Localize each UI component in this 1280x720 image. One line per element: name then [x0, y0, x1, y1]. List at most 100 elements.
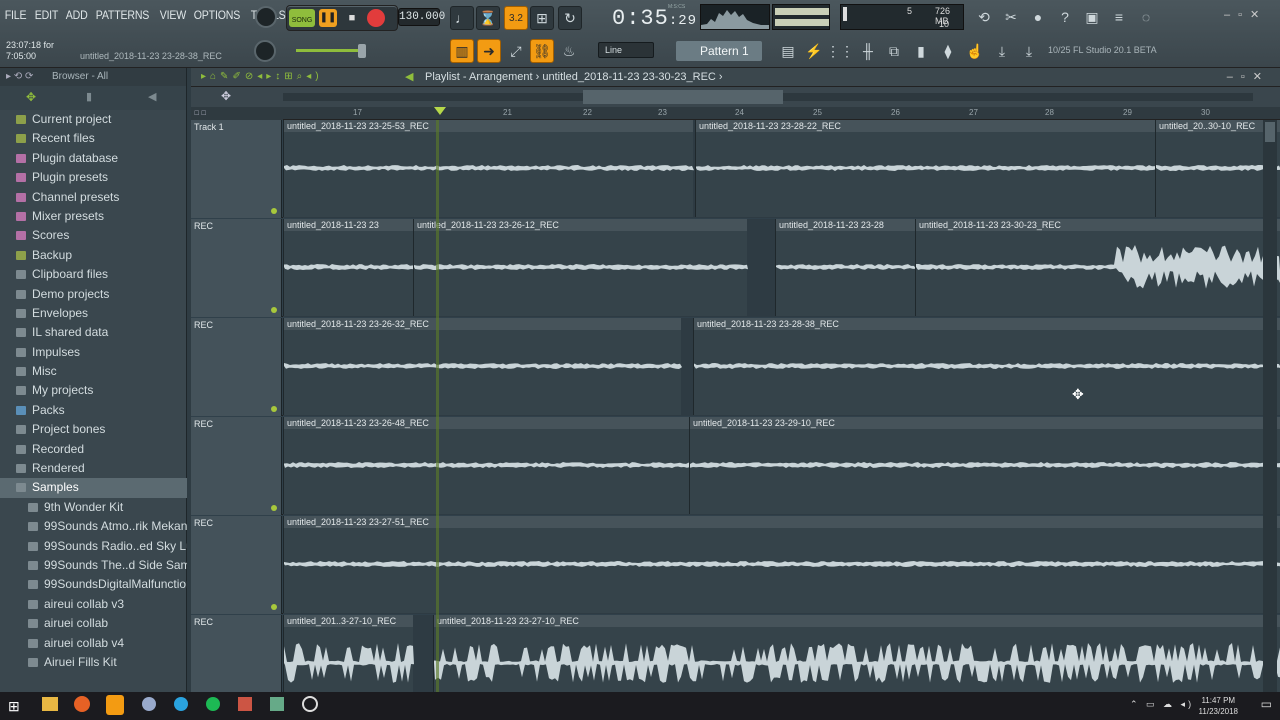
- menu-view[interactable]: VIEW: [157, 7, 189, 25]
- undo-icon[interactable]: ⟲: [972, 5, 996, 29]
- browser-item[interactable]: Packs: [0, 401, 187, 420]
- track-enable-icon[interactable]: [271, 208, 277, 214]
- browser-item[interactable]: Rendered: [0, 459, 187, 478]
- move-icon[interactable]: ✥: [221, 89, 231, 103]
- snap-select[interactable]: Line: [598, 42, 654, 58]
- playlist-view-icon[interactable]: ▥: [450, 39, 474, 63]
- browser-toggle-icon[interactable]: ▮: [909, 39, 933, 63]
- news-ticker[interactable]: 10/25 FL Studio 20.1 BETA: [1048, 45, 1157, 55]
- song-mode-button[interactable]: SONG: [289, 9, 315, 27]
- menu-file[interactable]: FILE: [2, 7, 29, 25]
- record-icon[interactable]: [367, 9, 385, 27]
- track-lane[interactable]: untitled_2018-11-23 23 untitled_2018-11-2…: [283, 219, 1280, 317]
- mic-icon[interactable]: ●: [1026, 5, 1050, 29]
- obs-icon[interactable]: [302, 696, 318, 712]
- audio-clip[interactable]: untitled_2018-11-23 23-26-12_REC: [413, 219, 748, 316]
- browser-item[interactable]: airuei collab: [0, 614, 187, 633]
- pattern-song-knob[interactable]: [255, 6, 277, 28]
- browser-item[interactable]: Impulses: [0, 343, 187, 362]
- track-lane[interactable]: untitled_2018-11-23 23-27-51_REC: [283, 516, 1280, 614]
- stamp-icon[interactable]: ♨: [557, 39, 581, 63]
- cut-icon[interactable]: ✂: [999, 5, 1023, 29]
- vertical-scrollbar[interactable]: [1263, 120, 1277, 692]
- track-header[interactable]: REC: [191, 318, 282, 416]
- browser-item[interactable]: aireui collab v3: [0, 595, 187, 614]
- playhead-marker-icon[interactable]: [434, 107, 446, 115]
- pause-icon[interactable]: ❚❚: [319, 9, 337, 27]
- playlist-window-controls[interactable]: ‒▫✕: [1227, 70, 1270, 83]
- browser-item[interactable]: Backup: [0, 246, 187, 265]
- spotify-icon[interactable]: [206, 697, 220, 711]
- start-icon[interactable]: ⊞: [8, 698, 20, 715]
- system-clock[interactable]: 11:47 PM 11/23/2018: [1199, 695, 1238, 717]
- chat-icon[interactable]: ◌: [1134, 5, 1158, 29]
- plugin-icon[interactable]: ⧫: [936, 39, 960, 63]
- blend-notes-icon[interactable]: ⊞: [530, 6, 554, 30]
- stop-icon[interactable]: ■: [343, 9, 361, 27]
- master-volume-slider[interactable]: [296, 49, 366, 52]
- timeline-ruler[interactable]: 17 21 22 23 24 25 26 27 28 29 30: [283, 107, 1280, 120]
- save-icon[interactable]: ▣: [1080, 5, 1104, 29]
- browser-nav-icons[interactable]: ▸ ⟲ ⟳: [6, 68, 33, 86]
- browser-item[interactable]: Samples: [0, 478, 187, 498]
- app2-icon[interactable]: [238, 697, 252, 711]
- overview-handle[interactable]: [583, 90, 783, 104]
- pattern-selector[interactable]: Pattern 1: [676, 41, 762, 61]
- tempo-field[interactable]: 130.000: [398, 8, 445, 26]
- touch-icon[interactable]: ☝: [963, 39, 987, 63]
- loop-record-icon[interactable]: ↻: [558, 6, 582, 30]
- track-lane[interactable]: untitled_2018-11-23 23-25-53_REC untitled…: [283, 120, 1280, 218]
- track-enable-icon[interactable]: [271, 505, 277, 511]
- tray-icons[interactable]: ⌃ ▭ ☁ ◂): [1130, 699, 1194, 710]
- metronome-icon[interactable]: ♩: [450, 6, 474, 30]
- audio-clip[interactable]: untitled_2018-11-23 23-30-23_REC: [915, 219, 1280, 316]
- audio-clip[interactable]: untitled_2018-11-23 23-26-48_REC: [283, 417, 690, 514]
- browser-item[interactable]: Airuei Fills Kit: [0, 653, 187, 672]
- plugin-picker-icon[interactable]: ⧉: [882, 39, 906, 63]
- audio-clip[interactable]: untitled_2018-11-23 23-27-51_REC: [283, 516, 1280, 613]
- browser-item[interactable]: Channel presets: [0, 188, 187, 207]
- menu-options[interactable]: OPTIONS: [191, 7, 243, 25]
- audio-clip[interactable]: untitled_2018-11-23 23-26-32_REC: [283, 318, 682, 415]
- audio-clip[interactable]: untitled_2018-11-23 23-29-10_REC: [689, 417, 1280, 514]
- scrollbar-thumb[interactable]: [1265, 122, 1275, 142]
- track-header[interactable]: REC: [191, 219, 282, 317]
- notifications-icon[interactable]: ▭: [1261, 697, 1272, 711]
- playlist-tools[interactable]: ▸⌂✎✐⊘◂▸↕⊞⌕◂): [201, 71, 323, 82]
- browser-item[interactable]: Recorded: [0, 440, 187, 459]
- crossfade-controls[interactable]: ☐ ☐: [191, 107, 283, 120]
- pencil-snap-icon[interactable]: ⤢: [504, 39, 528, 63]
- browser-item[interactable]: Misc: [0, 362, 187, 381]
- app-icon[interactable]: [142, 697, 156, 711]
- explorer-icon[interactable]: [42, 697, 58, 711]
- track-lane[interactable]: untitled_2018-11-23 23-26-32_REC untitled…: [283, 318, 1280, 416]
- wait-input-icon[interactable]: ⌛: [476, 6, 500, 30]
- browser-item[interactable]: airuei collab v4: [0, 634, 187, 653]
- master-volume-handle[interactable]: [358, 44, 366, 58]
- browser-item[interactable]: Recent files: [0, 129, 187, 148]
- expand-icon[interactable]: ✥: [26, 90, 36, 104]
- browser-item[interactable]: Current project: [0, 110, 187, 129]
- step-seq-icon[interactable]: ⋮⋮: [826, 39, 854, 63]
- track-lane[interactable]: untitled_2018-11-23 23-26-48_REC untitled…: [283, 417, 1280, 515]
- browser-item[interactable]: My projects: [0, 381, 187, 400]
- browser-item[interactable]: 99SoundsDigitalMalfunctions: [0, 575, 187, 594]
- track-header[interactable]: REC: [191, 417, 282, 515]
- browser-item[interactable]: 9th Wonder Kit: [0, 498, 187, 517]
- track-enable-icon[interactable]: [271, 406, 277, 412]
- piano-roll-icon[interactable]: ▤: [776, 39, 800, 63]
- browser-item[interactable]: IL shared data: [0, 323, 187, 342]
- download-icon[interactable]: ⤓: [1017, 39, 1041, 63]
- browser-item[interactable]: Envelopes: [0, 304, 187, 323]
- browser-item[interactable]: Clipboard files: [0, 265, 187, 284]
- overview-track[interactable]: [283, 90, 1253, 104]
- help-icon[interactable]: ?: [1053, 5, 1077, 29]
- browser-item[interactable]: Demo projects: [0, 285, 187, 304]
- browser-item[interactable]: Scores: [0, 226, 187, 245]
- audio-clip[interactable]: untitled_20..30-10_REC: [1155, 120, 1280, 217]
- back-icon[interactable]: ◀: [148, 90, 156, 103]
- browser-item[interactable]: Project bones: [0, 420, 187, 439]
- firefox-icon[interactable]: [74, 696, 90, 712]
- track-header[interactable]: REC: [191, 516, 282, 614]
- menu-add[interactable]: ADD: [63, 7, 90, 25]
